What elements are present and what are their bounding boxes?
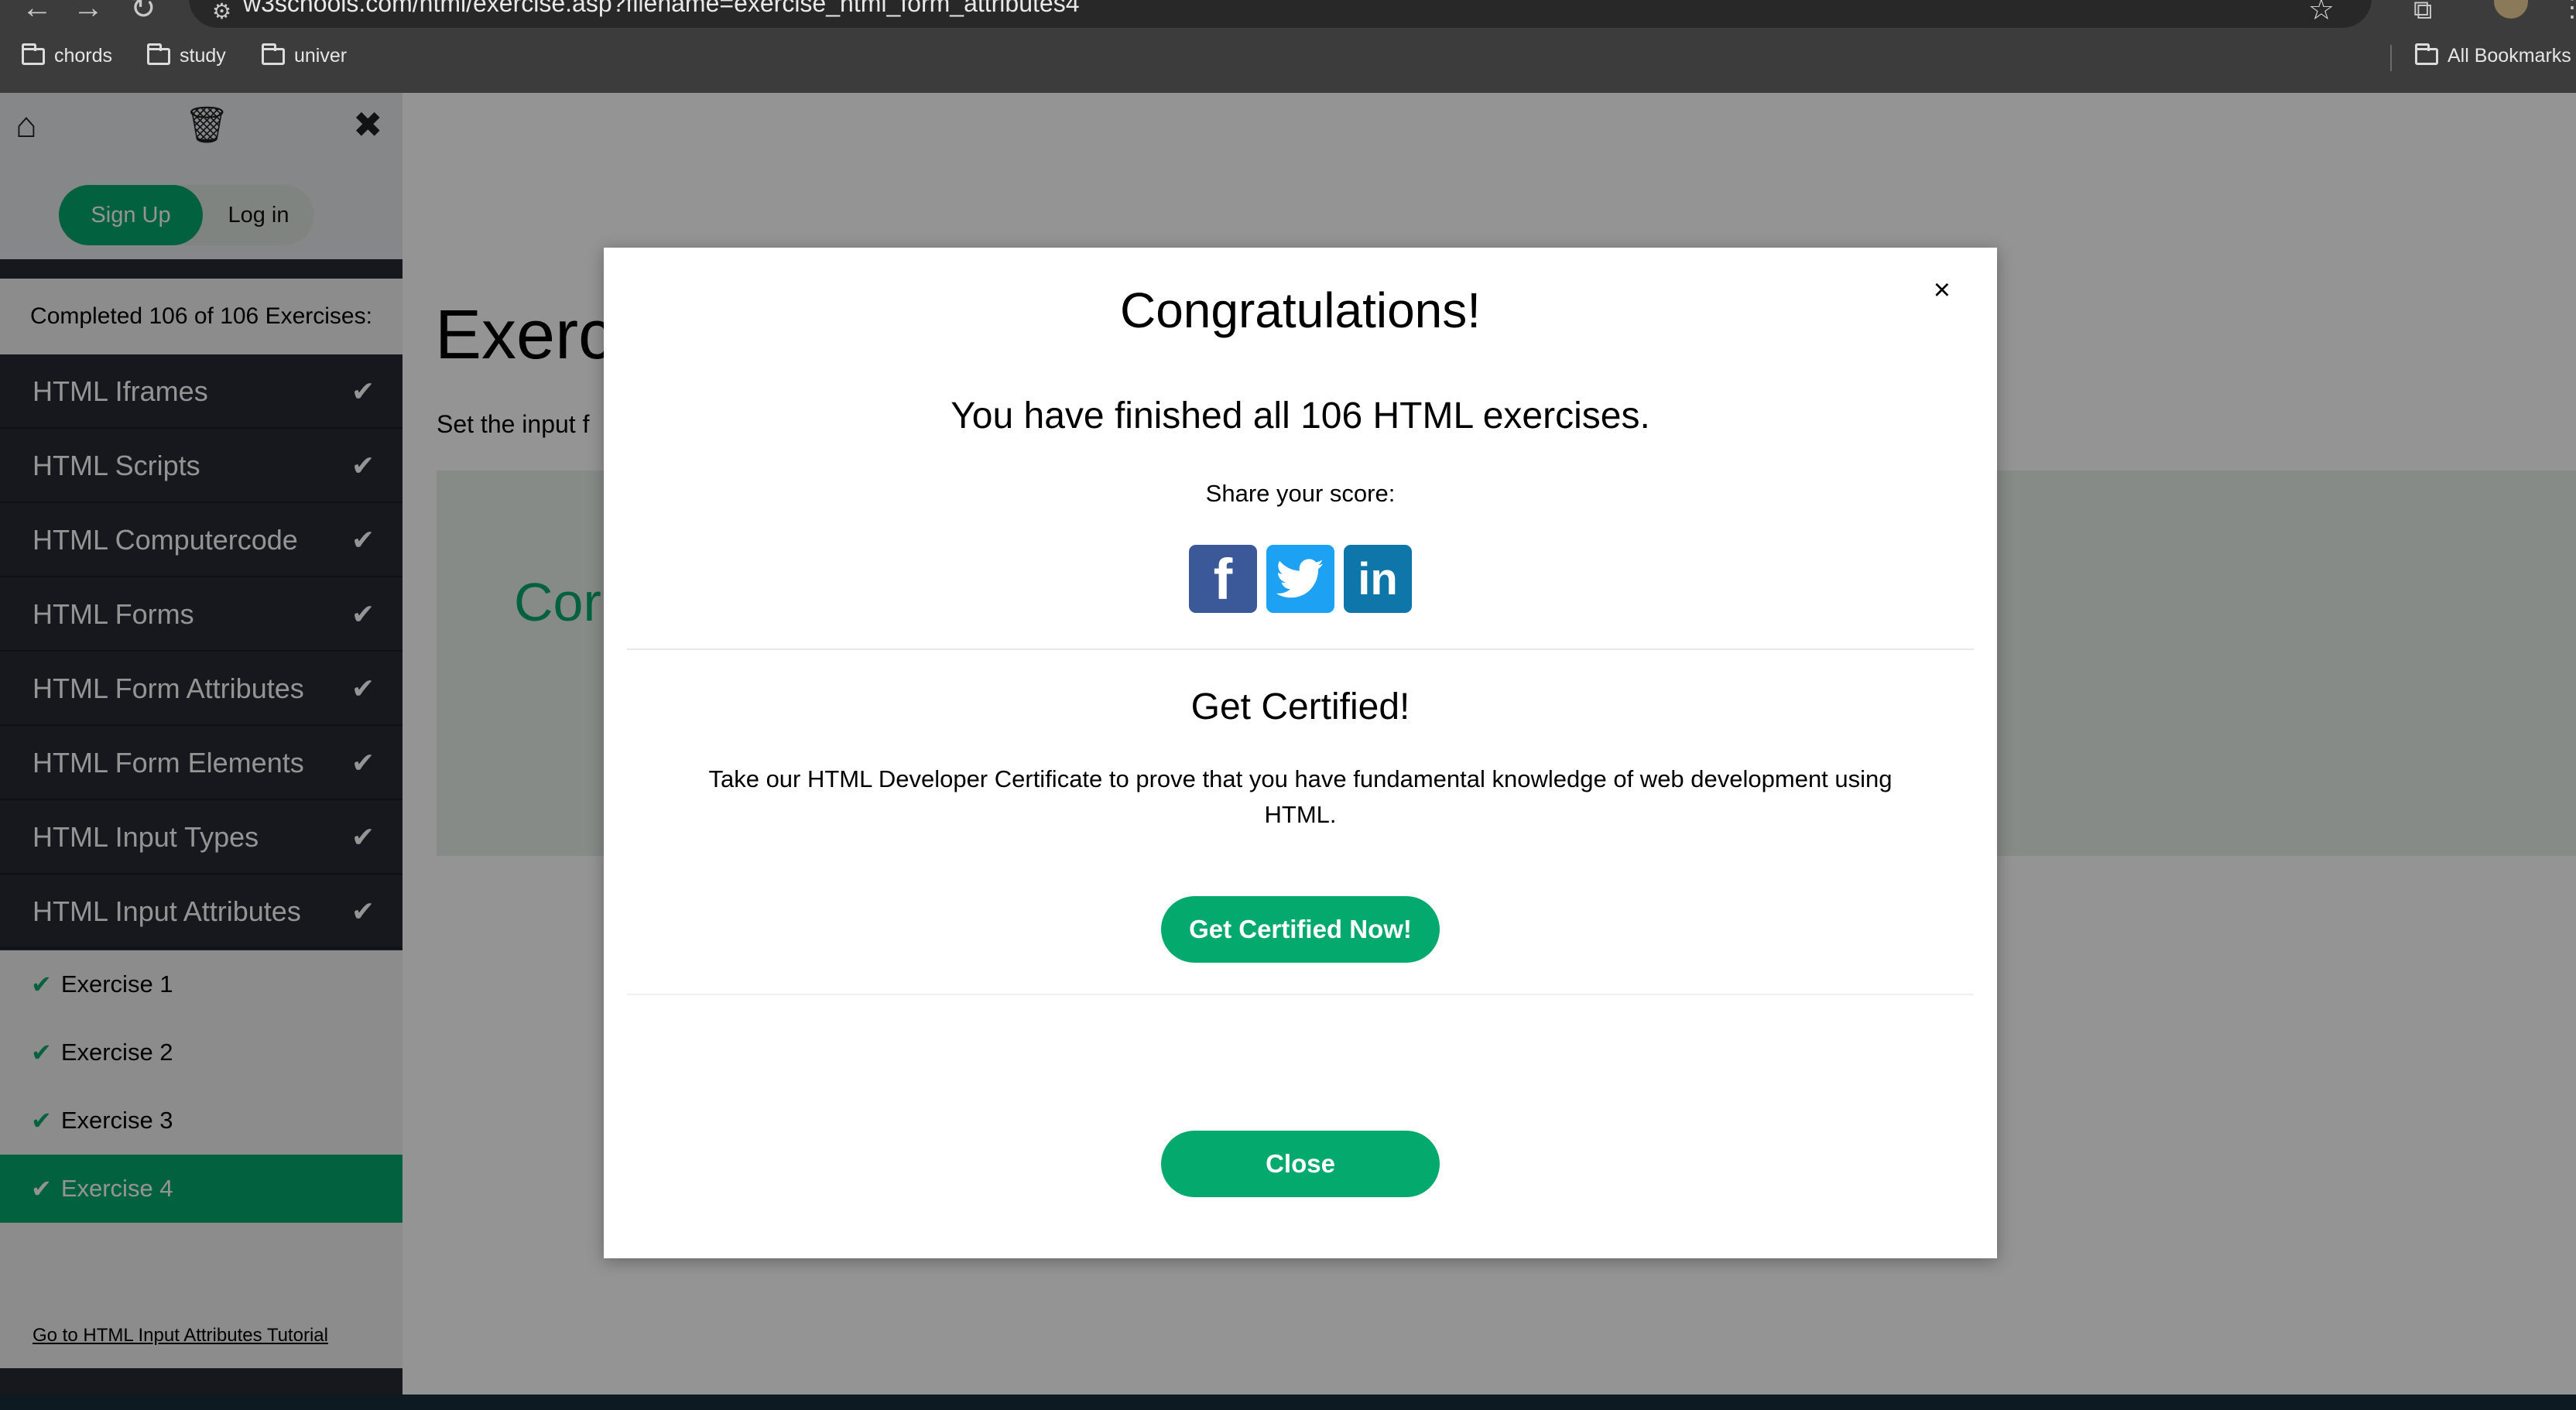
modal-divider [627,994,1974,995]
bookmark-univer[interactable]: univer [262,43,348,67]
bookmark-chords[interactable]: chords [22,43,113,67]
all-bookmarks-label: All Bookmarks [2448,45,2571,67]
cert-title: Get Certified! [1190,686,1410,727]
bookmark-star-icon[interactable]: ☆ [2308,0,2334,27]
close-button[interactable]: Close [1161,1131,1440,1197]
bookmark-label: chords [54,45,113,67]
modal-divider [627,649,1974,650]
linkedin-share-icon[interactable]: in [1344,545,1412,613]
twitter-share-icon[interactable] [1266,545,1334,613]
congratulations-modal: × Congratulations! You have finished all… [604,248,1997,1258]
bookmark-label: study [180,45,226,67]
url-text: w3schools.com/html/exercise.asp?filename… [243,0,1080,17]
browser-menu-icon[interactable]: ⋮ [2559,0,2576,23]
back-arrow-icon[interactable]: ← [22,0,53,26]
facebook-share-icon[interactable]: f [1189,545,1257,613]
reload-icon[interactable]: ↻ [130,0,156,26]
share-label: Share your score: [1205,480,1396,507]
all-bookmarks[interactable]: All Bookmarks [2415,43,2571,67]
folder-icon [22,43,45,65]
desktop-dock-strip [0,1395,2576,1410]
folder-icon [2415,43,2438,65]
site-settings-icon[interactable]: ⚙ [212,0,231,24]
bookmark-study[interactable]: study [147,43,226,67]
folder-icon [147,43,170,65]
modal-subtitle: You have finished all 106 HTML exercises… [951,395,1650,436]
address-bar[interactable]: ⚙ w3schools.com/html/exercise.asp?filena… [189,0,2372,28]
extensions-icon[interactable]: ⧉ [2413,0,2432,26]
bookmarks-divider [2390,45,2392,71]
folder-icon [262,43,285,65]
modal-title: Congratulations! [1119,282,1482,338]
get-certified-button[interactable]: Get Certified Now! [1161,896,1440,963]
cert-description: Take our HTML Developer Certificate to p… [708,765,1893,828]
twitter-bird-icon [1276,559,1324,598]
profile-avatar[interactable] [2494,0,2528,19]
browser-toolbar: ← → ↻ ⚙ w3schools.com/html/exercise.asp?… [0,0,2576,93]
forward-arrow-icon[interactable]: → [73,0,104,26]
bookmark-label: univer [294,45,348,67]
